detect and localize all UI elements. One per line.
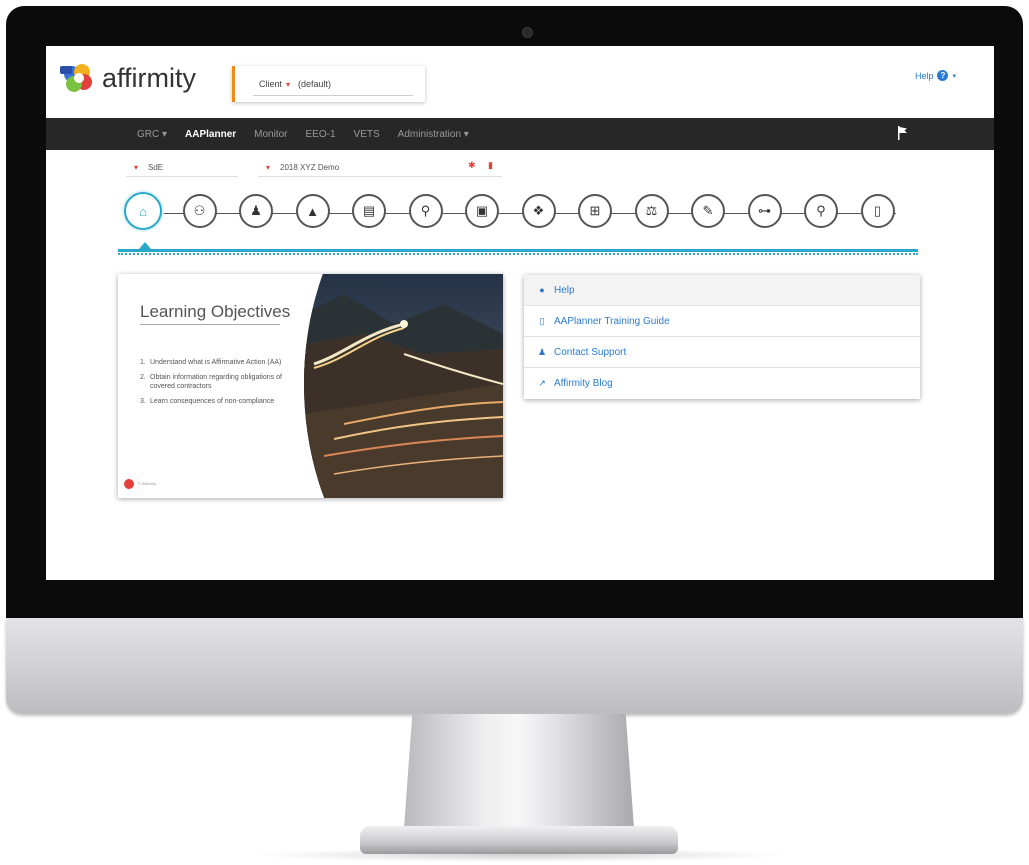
night-road-image [304, 274, 503, 498]
star-icon[interactable]: ✱ [468, 161, 476, 170]
nav-eeo1[interactable]: EEO-1 [297, 129, 345, 140]
client-value: (default) [298, 79, 332, 89]
chevron-down-icon: ▾ [266, 162, 271, 172]
unit-select-value: SdE [148, 162, 164, 172]
title-divider [140, 324, 280, 325]
monitor-base [360, 826, 678, 854]
list-item: 3. Learn consequences of non-compliance [140, 397, 295, 406]
nav-administration[interactable]: Administration ▾ [389, 129, 478, 140]
affirmity-logo[interactable]: affirmity [58, 58, 196, 98]
flowchart-icon[interactable]: ⊞ [578, 194, 612, 228]
search-icon[interactable]: ⚲ [408, 194, 443, 228]
item-number: 3. [140, 398, 146, 405]
item-text: Learn consequences of non-compliance [150, 398, 275, 405]
affirmity-blog-link[interactable]: ↗ Affirmity Blog [524, 368, 920, 399]
logo-text: affirmity [102, 62, 197, 93]
user-icon: ♟ [537, 346, 547, 357]
help-links-panel: ● Help ▯ AAPlanner Training Guide ♟ Cont… [524, 275, 920, 399]
org-chart-icon[interactable]: ⊶ [747, 194, 782, 228]
nav-grc[interactable]: GRC ▾ [128, 129, 176, 140]
plan-select-value: 2018 XYZ Demo [280, 162, 340, 172]
flag-icon[interactable] [898, 126, 908, 140]
link-label: Affirmity Blog [554, 378, 613, 389]
help-menu[interactable]: Help ? ▾ [915, 70, 956, 81]
logo-icon [58, 60, 98, 96]
list-item: 1. Understand what is Affirmative Action … [140, 358, 295, 367]
unit-select[interactable]: ▾ SdE [126, 158, 238, 177]
edit-icon[interactable]: ✎ [691, 194, 725, 228]
contact-support-link[interactable]: ♟ Contact Support [524, 337, 920, 368]
client-underline [253, 95, 413, 96]
objectives-list: 1. Understand what is Affirmative Action … [140, 358, 295, 412]
link-label: Help [554, 284, 575, 296]
item-number: 2. [140, 374, 146, 381]
card-title: Learning Objectives [140, 302, 291, 321]
plan-actions: ✱ ▮ [468, 161, 496, 170]
main-navbar: GRC ▾ AAPlanner Monitor EEO-1 VETS Admin… [46, 118, 994, 150]
chevron-down-icon: ▾ [134, 162, 139, 172]
person-icon[interactable]: ♟ [239, 194, 273, 228]
plan-select[interactable]: ▾ 2018 XYZ Demo ✱ ▮ [258, 158, 502, 177]
item-text: Obtain information regarding obligations… [150, 374, 282, 390]
app-screen: affirmity Client ▾ (default) Help ? ▾ GR… [46, 46, 994, 580]
nav-vets[interactable]: VETS [345, 129, 389, 140]
handshake-icon[interactable]: ❖ [521, 194, 556, 228]
monitor-stand [403, 714, 635, 842]
trash-icon[interactable]: ▮ [488, 161, 496, 170]
app-header: affirmity Client ▾ (default) Help ? ▾ [46, 46, 994, 116]
zoom-icon[interactable]: ⚲ [804, 194, 838, 228]
home-icon[interactable]: ⌂ [124, 192, 162, 230]
item-number: 1. [140, 359, 146, 366]
chevron-down-icon: ▾ [286, 79, 291, 89]
link-label: AAPlanner Training Guide [554, 315, 670, 327]
help-circle-icon: ? [937, 70, 949, 81]
people-icon[interactable]: ⚇ [182, 194, 217, 228]
nav-monitor[interactable]: Monitor [245, 129, 296, 140]
help-label: Help [914, 70, 934, 81]
question-circle-icon: ● [539, 285, 545, 295]
learning-objectives-card[interactable]: Learning Objectives 1. Understand what is… [118, 274, 503, 498]
camera-dot [522, 27, 533, 38]
monitor-chin [6, 618, 1023, 714]
calendar-icon[interactable]: ▤ [352, 194, 386, 228]
item-text: Understand what is Affirmative Action (A… [150, 359, 282, 366]
external-link-icon: ↗ [538, 378, 546, 388]
nav-aaplanner[interactable]: AAPlanner [176, 129, 245, 140]
client-selector[interactable]: Client ▾ (default) [232, 66, 425, 102]
card-footer: © Affirmity [138, 481, 157, 486]
document-icon: ▯ [539, 315, 545, 326]
plan-selectors: ▾ SdE ▾ 2018 XYZ Demo ✱ ▮ [46, 154, 994, 182]
workflow-steps: ⌂ ⚇ ♟ ▲ ▤ ⚲ ▣ ❖ ⊞ ⚖ ✎ ⊶ ⚲ ▯ [124, 192, 916, 234]
document-icon[interactable]: ▯ [860, 194, 895, 228]
chevron-down-icon: ▾ [952, 72, 956, 80]
training-guide-link[interactable]: ▯ AAPlanner Training Guide [524, 306, 920, 337]
id-card-icon[interactable]: ▣ [465, 194, 499, 228]
scales-icon[interactable]: ⚖ [634, 194, 669, 228]
footer-logo-icon [124, 479, 134, 489]
list-item: 2. Obtain information regarding obligatio… [140, 373, 295, 391]
warning-icon[interactable]: ▲ [295, 194, 330, 228]
active-step-pointer [139, 242, 151, 249]
steps-underline [118, 249, 918, 252]
client-label: Client [259, 79, 283, 89]
help-link[interactable]: ● Help [524, 275, 920, 306]
link-label: Contact Support [554, 346, 627, 358]
steps-underline-dots [118, 253, 918, 255]
